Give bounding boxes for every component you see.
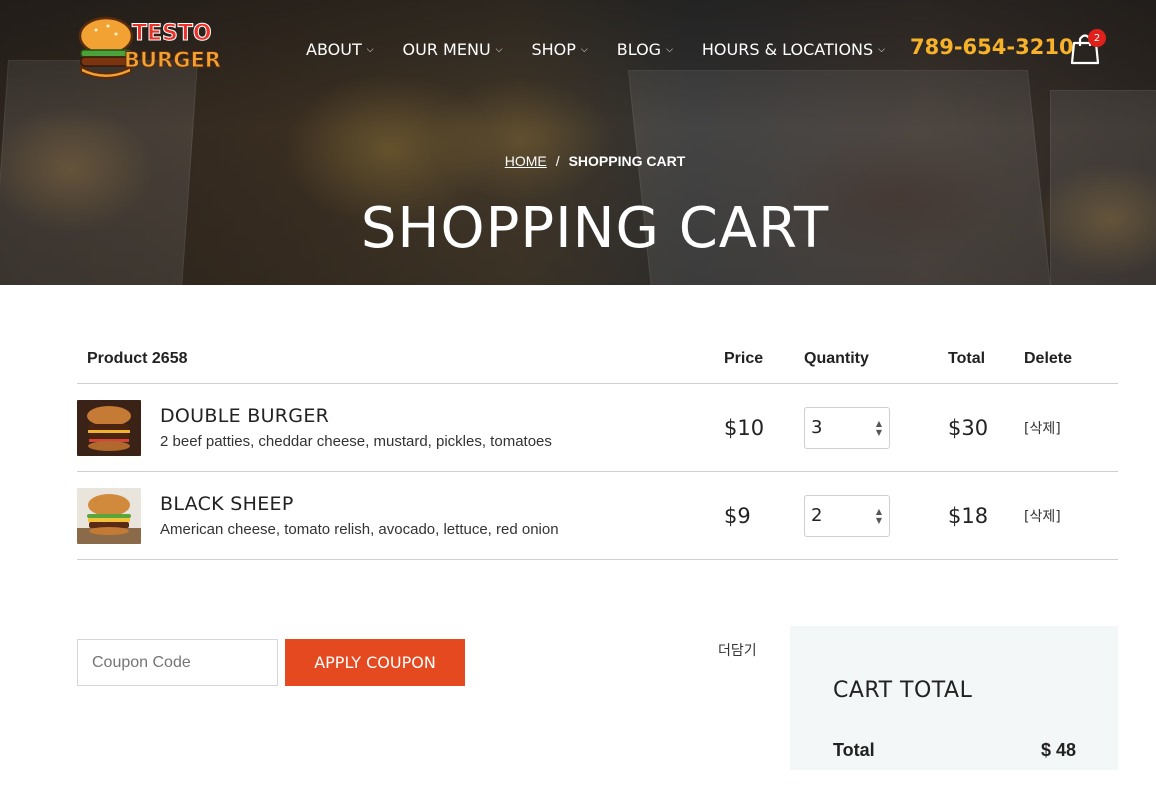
testo-burger-logo[interactable]: TESTO BURGER [76, 10, 221, 84]
nav-label: HOURS & LOCATIONS [701, 40, 874, 59]
product-price: $10 [724, 415, 765, 440]
header-quantity: Quantity [804, 350, 869, 367]
quantity-stepper[interactable]: 2 ▲ ▼ [804, 494, 890, 537]
logo-text-testo: TESTO [132, 21, 212, 46]
black-sheep-burger-image[interactable] [77, 487, 141, 544]
product-description: 2 beef patties, cheddar cheese, mustard,… [160, 433, 552, 450]
hero-banner: TESTO BURGER ABOUT ⌵ OUR MENU ⌵ SHOP ⌵ B… [0, 0, 1156, 285]
main-nav: ABOUT ⌵ OUR MENU ⌵ SHOP ⌵ BLOG ⌵ HOURS &… [306, 40, 885, 59]
header-product: Product 2658 [87, 350, 188, 367]
quantity-value: 3 [811, 417, 823, 438]
breadcrumb-home-link[interactable]: HOME [505, 153, 547, 169]
coupon-code-input[interactable] [77, 639, 278, 686]
cart-table: Product 2658 Price Quantity Total Delete… [77, 335, 1118, 560]
nav-label: OUR MENU [402, 40, 491, 59]
cart-total-title: CART TOTAL [833, 678, 973, 703]
delete-button[interactable]: [삭제] [1024, 418, 1118, 438]
cart-total-panel: CART TOTAL Total $ 48 [790, 626, 1118, 770]
row-total: $30 [948, 415, 989, 440]
product-price: $9 [724, 503, 751, 528]
header-delete: Delete [1024, 350, 1073, 367]
product-name[interactable]: DOUBLE BURGER [160, 405, 552, 427]
spinner-arrows-icon[interactable]: ▲ ▼ [876, 419, 882, 437]
product-cell: DOUBLE BURGER 2 beef patties, cheddar ch… [77, 399, 724, 456]
quantity-value: 2 [811, 505, 823, 526]
spinner-arrows-icon[interactable]: ▲ ▼ [876, 507, 882, 525]
nav-item-blog[interactable]: BLOG ⌵ [617, 40, 673, 59]
double-burger-image[interactable] [77, 399, 141, 456]
product-name[interactable]: BLACK SHEEP [160, 493, 559, 515]
header-price: Price [724, 350, 764, 367]
nav-item-shop[interactable]: SHOP ⌵ [531, 40, 587, 59]
quantity-stepper[interactable]: 3 ▲ ▼ [804, 406, 890, 449]
chevron-down-icon: ⌵ [878, 45, 885, 55]
nav-item-about[interactable]: ABOUT ⌵ [306, 40, 374, 59]
apply-coupon-button[interactable]: APPLY COUPON [285, 639, 465, 686]
logo-text-burger: BURGER [124, 48, 221, 72]
breadcrumb-current: SHOPPING CART [568, 153, 686, 169]
quantity-cell: 3 ▲ ▼ [804, 406, 948, 449]
nav-item-hours-locations[interactable]: HOURS & LOCATIONS ⌵ [702, 40, 885, 59]
table-header: Product 2658 Price Quantity Total Delete [77, 335, 1118, 384]
table-row: DOUBLE BURGER 2 beef patties, cheddar ch… [77, 384, 1118, 472]
total-label: Total [833, 740, 875, 760]
add-more-link[interactable]: 더담기 [718, 640, 757, 660]
chevron-down-icon: ⌵ [366, 45, 374, 55]
product-cell: BLACK SHEEP American cheese, tomato reli… [77, 487, 724, 544]
quantity-cell: 2 ▲ ▼ [804, 494, 948, 537]
delete-button[interactable]: [삭제] [1024, 506, 1118, 526]
total-value: $ 48 [1040, 740, 1076, 760]
breadcrumb: HOME / SHOPPING CART [0, 153, 1156, 169]
chevron-down-icon: ⌵ [495, 45, 503, 55]
chevron-down-icon: ⌵ [580, 45, 588, 55]
row-total: $18 [948, 503, 989, 528]
nav-label: BLOG [616, 40, 662, 59]
nav-item-our-menu[interactable]: OUR MENU ⌵ [403, 40, 503, 59]
nav-label: ABOUT [306, 40, 362, 59]
cart-count-badge: 2 [1088, 29, 1106, 47]
product-description: American cheese, tomato relish, avocado,… [160, 521, 559, 538]
chevron-down-icon: ⌵ [666, 45, 673, 55]
breadcrumb-separator: / [555, 153, 560, 169]
nav-label: SHOP [531, 40, 576, 59]
header-total: Total [948, 350, 986, 367]
table-row: BLACK SHEEP American cheese, tomato reli… [77, 472, 1118, 560]
page-title: SHOPPING CART [360, 196, 830, 261]
phone-number[interactable]: 789-654-3210 [910, 35, 1074, 59]
